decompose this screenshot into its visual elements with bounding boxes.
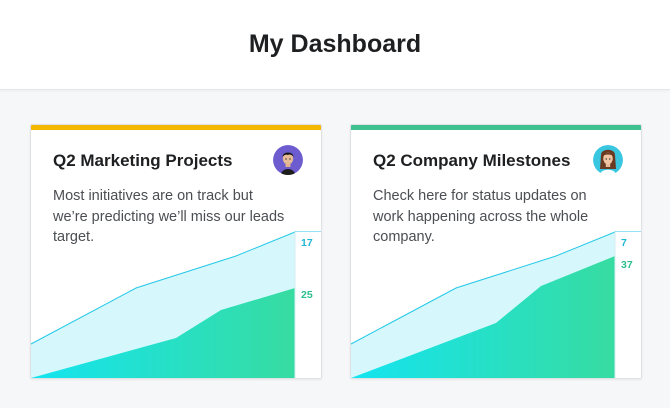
person-avatar-long-hair-icon[interactable] xyxy=(593,145,623,175)
progress-area-chart: 17 25 xyxy=(31,231,321,378)
card-accent-bar xyxy=(31,125,321,130)
completed-value-label: 37 xyxy=(621,259,633,271)
project-card-marketing[interactable]: Q2 Marketing Projects Most initiatives a… xyxy=(30,124,322,379)
person-avatar-dark-hair-icon[interactable] xyxy=(273,145,303,175)
card-title: Q2 Company Milestones xyxy=(373,151,571,170)
planned-value-label: 7 xyxy=(621,237,627,249)
card-accent-bar xyxy=(351,125,641,130)
top-header-bar: My Dashboard xyxy=(0,0,670,90)
card-title: Q2 Marketing Projects xyxy=(53,151,233,170)
progress-area-chart: 7 37 xyxy=(351,231,641,378)
project-card-milestones[interactable]: Q2 Company Milestones Check here for sta… xyxy=(350,124,642,379)
planned-value-label: 17 xyxy=(301,237,313,249)
value-column xyxy=(615,232,641,378)
page-title: My Dashboard xyxy=(248,30,422,58)
value-column xyxy=(295,232,321,378)
completed-value-label: 25 xyxy=(301,289,313,301)
